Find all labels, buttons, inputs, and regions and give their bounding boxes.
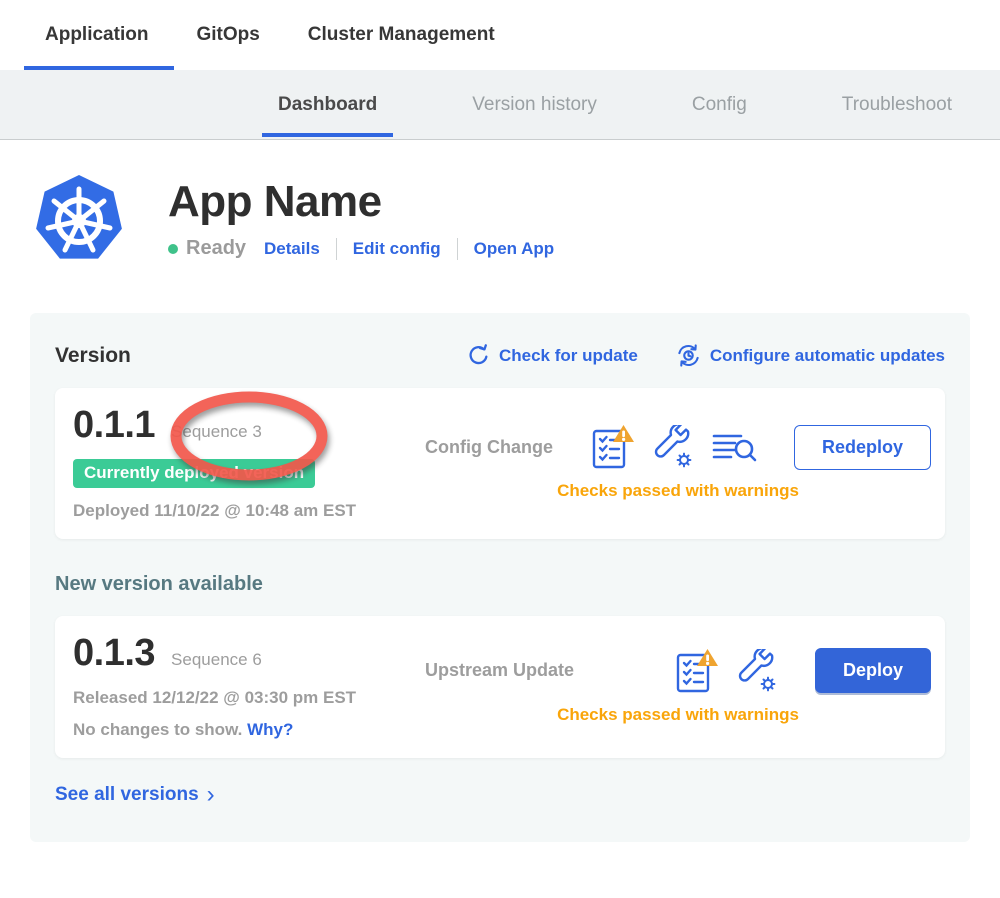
tab-cluster-management[interactable]: Cluster Management (308, 0, 495, 70)
tab-dashboard[interactable]: Dashboard (278, 70, 377, 139)
config-wrench-gear-icon[interactable] (652, 425, 694, 469)
version-panel: Version Check for update Configure (30, 313, 970, 842)
no-changes-text: No changes to show. (73, 720, 242, 739)
sub-nav: Dashboard Version history Config Trouble… (0, 70, 1000, 140)
deploy-button[interactable]: Deploy (815, 648, 931, 693)
new-sequence-label: Sequence 6 (171, 650, 262, 670)
version-source-label: Config Change (425, 437, 553, 458)
current-sequence-label: Sequence 3 (171, 422, 262, 442)
checks-warning-text: Checks passed with warnings (425, 481, 931, 501)
status-badge: Ready (186, 237, 246, 260)
chevron-right-icon: › (207, 788, 215, 802)
tab-gitops[interactable]: GitOps (196, 0, 259, 70)
divider (336, 238, 337, 260)
currently-deployed-badge: Currently deployed version (73, 459, 315, 488)
tab-application[interactable]: Application (45, 0, 148, 70)
auto-update-clock-icon (676, 343, 701, 368)
open-app-link[interactable]: Open App (474, 239, 555, 259)
check-for-update-button[interactable]: Check for update (467, 344, 638, 367)
version-heading: Version (55, 344, 131, 368)
top-nav: Application GitOps Cluster Management (0, 0, 1000, 70)
view-files-logs-icon[interactable] (711, 427, 757, 467)
new-version-card: 0.1.3 Sequence 6 Released 12/12/22 @ 03:… (55, 616, 945, 758)
deployed-timestamp: Deployed 11/10/22 @ 10:48 am EST (73, 501, 425, 521)
current-version-card: 0.1.1 Sequence 3 Currently deployed vers… (55, 388, 945, 539)
version-source-label: Upstream Update (425, 660, 574, 681)
refresh-icon (467, 344, 490, 367)
configure-automatic-updates-button[interactable]: Configure automatic updates (676, 343, 945, 368)
app-header: App Name Ready Details Edit config Open … (0, 140, 1000, 265)
checks-warning-text: Checks passed with warnings (425, 705, 931, 725)
details-link[interactable]: Details (264, 239, 320, 259)
tab-config[interactable]: Config (692, 70, 747, 139)
new-version-available-heading: New version available (55, 573, 945, 596)
see-all-versions-link[interactable]: See all versions › (55, 784, 215, 806)
preflight-checks-icon[interactable] (591, 424, 635, 470)
redeploy-button[interactable]: Redeploy (794, 425, 931, 470)
status-dot-icon (168, 244, 178, 254)
released-timestamp: Released 12/12/22 @ 03:30 pm EST (73, 688, 425, 708)
preflight-checks-icon[interactable] (675, 648, 719, 694)
tab-troubleshoot[interactable]: Troubleshoot (842, 70, 952, 139)
divider (457, 238, 458, 260)
current-version-number: 0.1.1 (73, 404, 155, 447)
config-wrench-gear-icon[interactable] (736, 649, 778, 693)
why-link[interactable]: Why? (247, 720, 293, 739)
new-version-number: 0.1.3 (73, 632, 155, 675)
tab-version-history[interactable]: Version history (472, 70, 597, 139)
edit-config-link[interactable]: Edit config (353, 239, 441, 259)
kubernetes-logo-icon (33, 173, 125, 265)
page-title: App Name (168, 177, 554, 227)
